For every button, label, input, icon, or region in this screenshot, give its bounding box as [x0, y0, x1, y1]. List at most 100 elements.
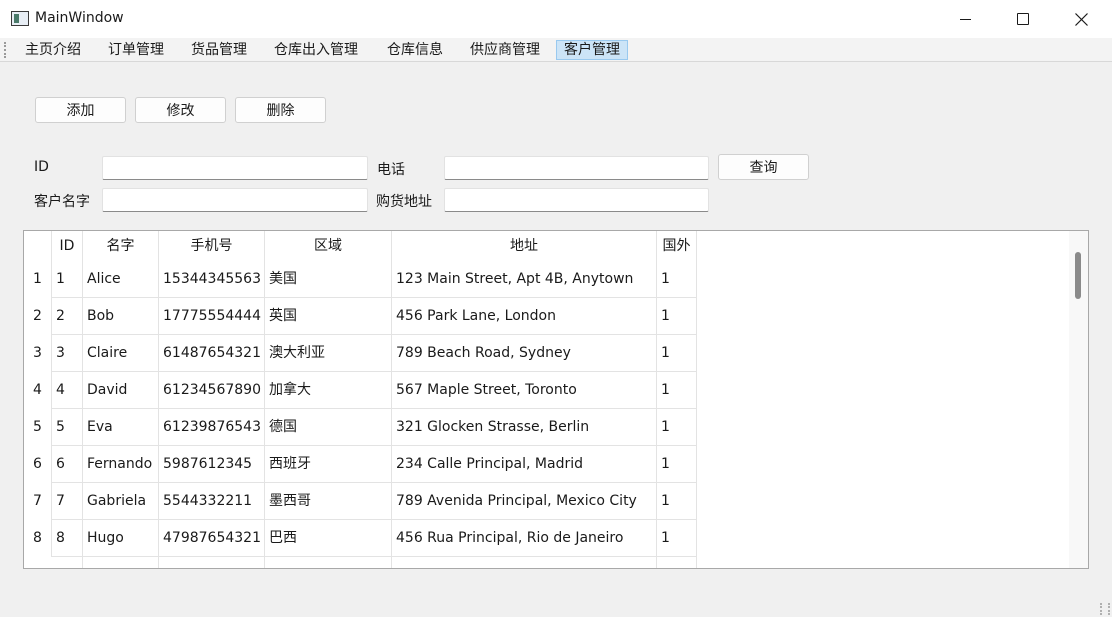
row-number[interactable]: 8	[24, 520, 52, 557]
cell-region[interactable]: 墨西哥	[265, 483, 392, 520]
menu-item-goods[interactable]: 货品管理	[184, 40, 254, 60]
cell-id[interactable]: 4	[52, 372, 83, 409]
cell-id[interactable]: 1	[52, 261, 83, 298]
cell-name[interactable]: David	[83, 372, 159, 409]
cell-region[interactable]: 巴西	[265, 520, 392, 557]
resize-grip[interactable]	[1100, 603, 1110, 615]
row-number[interactable]: 2	[24, 298, 52, 335]
vertical-scrollbar[interactable]	[1069, 231, 1088, 568]
cell-name[interactable]	[83, 557, 159, 568]
cell-name[interactable]: Fernando	[83, 446, 159, 483]
close-button[interactable]	[1052, 0, 1110, 38]
row-number[interactable]: 3	[24, 335, 52, 372]
delete-button[interactable]: 删除	[235, 97, 326, 123]
table-row[interactable]: 5 5 Eva 61239876543 德国 321 Glocken Strasse, B…	[24, 409, 697, 446]
purchase-address-input[interactable]	[444, 188, 709, 212]
cell-name[interactable]: Bob	[83, 298, 159, 335]
cell-address[interactable]: 321 Glocken Strasse, Berlin	[392, 409, 657, 446]
cell-name[interactable]: Eva	[83, 409, 159, 446]
row-number[interactable]: 1	[24, 261, 52, 298]
cell-id[interactable]: 7	[52, 483, 83, 520]
cell-foreign[interactable]: 1	[657, 298, 697, 335]
cell-id[interactable]: 8	[52, 520, 83, 557]
cell-phone[interactable]: 17775554444	[159, 298, 265, 335]
edit-button[interactable]: 修改	[135, 97, 226, 123]
cell-region[interactable]: 德国	[265, 409, 392, 446]
cell-id[interactable]: 5	[52, 409, 83, 446]
cell-phone[interactable]: 15344345563	[159, 261, 265, 298]
column-header-id[interactable]: ID	[52, 231, 83, 261]
cell-phone[interactable]	[159, 557, 265, 568]
menu-item-orders[interactable]: 订单管理	[101, 40, 171, 60]
cell-region[interactable]: 加拿大	[265, 372, 392, 409]
minimize-button[interactable]	[936, 0, 994, 38]
table-row[interactable]: 3 3 Claire 61487654321 澳大利亚 789 Beach Road, S…	[24, 335, 697, 372]
table-row[interactable]: 2 2 Bob 17775554444 英国 456 Park Lane, London 1	[24, 298, 697, 335]
phone-input[interactable]	[444, 156, 709, 180]
menu-item-warehouse-io[interactable]: 仓库出入管理	[267, 40, 365, 60]
maximize-button[interactable]	[994, 0, 1052, 38]
cell-address[interactable]: 456 Park Lane, London	[392, 298, 657, 335]
table-row[interactable]: 1 1 Alice 15344345563 美国 123 Main Street, Apt…	[24, 261, 697, 298]
cell-phone[interactable]: 5987612345	[159, 446, 265, 483]
menu-item-suppliers[interactable]: 供应商管理	[463, 40, 547, 60]
cell-name[interactable]: Alice	[83, 261, 159, 298]
cell-id[interactable]: 6	[52, 446, 83, 483]
cell-phone[interactable]: 47987654321	[159, 520, 265, 557]
row-number[interactable]: 6	[24, 446, 52, 483]
query-button[interactable]: 查询	[718, 154, 809, 180]
cell-address[interactable]: 567 Maple Street, Toronto	[392, 372, 657, 409]
cell-name[interactable]: Hugo	[83, 520, 159, 557]
menu-item-warehouse-info[interactable]: 仓库信息	[380, 40, 450, 60]
add-button[interactable]: 添加	[35, 97, 126, 123]
table-row[interactable]: 8 8 Hugo 47987654321 巴西 456 Rua Principal, Ri…	[24, 520, 697, 557]
menu-item-home[interactable]: 主页介绍	[18, 40, 88, 60]
cell-foreign[interactable]: 1	[657, 446, 697, 483]
cell-foreign[interactable]	[657, 557, 697, 568]
menu-item-customers[interactable]: 客户管理	[556, 40, 628, 60]
cell-foreign[interactable]: 1	[657, 372, 697, 409]
cell-name[interactable]: Gabriela	[83, 483, 159, 520]
column-header-phone[interactable]: 手机号	[159, 231, 265, 261]
cell-address[interactable]: 789 Avenida Principal, Mexico City	[392, 483, 657, 520]
cell-region[interactable]: 英国	[265, 298, 392, 335]
column-header-address[interactable]: 地址	[392, 231, 657, 261]
cell-phone[interactable]: 61239876543	[159, 409, 265, 446]
cell-foreign[interactable]: 1	[657, 483, 697, 520]
cell-region[interactable]: 美国	[265, 261, 392, 298]
cell-foreign[interactable]: 1	[657, 335, 697, 372]
cell-address[interactable]	[392, 557, 657, 568]
cell-id[interactable]: 3	[52, 335, 83, 372]
table-row[interactable]: 6 6 Fernando 5987612345 西班牙 234 Calle Princip…	[24, 446, 697, 483]
table-row[interactable]: 4 4 David 61234567890 加拿大 567 Maple Street, T…	[24, 372, 697, 409]
column-header-region[interactable]: 区域	[265, 231, 392, 261]
row-number[interactable]: 4	[24, 372, 52, 409]
cell-phone[interactable]: 61234567890	[159, 372, 265, 409]
table-row[interactable]: 7 7 Gabriela 5544332211 墨西哥 789 Avenida Princ…	[24, 483, 697, 520]
cell-id[interactable]	[52, 557, 83, 568]
id-input[interactable]	[102, 156, 368, 180]
column-header-foreign[interactable]: 国外	[657, 231, 697, 261]
scrollbar-thumb[interactable]	[1075, 252, 1081, 299]
cell-region[interactable]: 澳大利亚	[265, 335, 392, 372]
customer-table[interactable]: ID 名字 手机号 区域 地址 国外 1 1 Alice 15344345563 美国 1…	[23, 230, 1089, 569]
cell-address[interactable]: 123 Main Street, Apt 4B, Anytown	[392, 261, 657, 298]
table-row[interactable]	[24, 557, 697, 568]
window-app-icon	[11, 11, 29, 26]
cell-id[interactable]: 2	[52, 298, 83, 335]
cell-address[interactable]: 456 Rua Principal, Rio de Janeiro	[392, 520, 657, 557]
cell-region[interactable]	[265, 557, 392, 568]
cell-phone[interactable]: 61487654321	[159, 335, 265, 372]
cell-foreign[interactable]: 1	[657, 409, 697, 446]
column-header-name[interactable]: 名字	[83, 231, 159, 261]
cell-foreign[interactable]: 1	[657, 261, 697, 298]
cell-address[interactable]: 234 Calle Principal, Madrid	[392, 446, 657, 483]
cell-name[interactable]: Claire	[83, 335, 159, 372]
customer-name-input[interactable]	[102, 188, 368, 212]
cell-address[interactable]: 789 Beach Road, Sydney	[392, 335, 657, 372]
row-number[interactable]: 5	[24, 409, 52, 446]
cell-phone[interactable]: 5544332211	[159, 483, 265, 520]
cell-region[interactable]: 西班牙	[265, 446, 392, 483]
row-number[interactable]: 7	[24, 483, 52, 520]
cell-foreign[interactable]: 1	[657, 520, 697, 557]
